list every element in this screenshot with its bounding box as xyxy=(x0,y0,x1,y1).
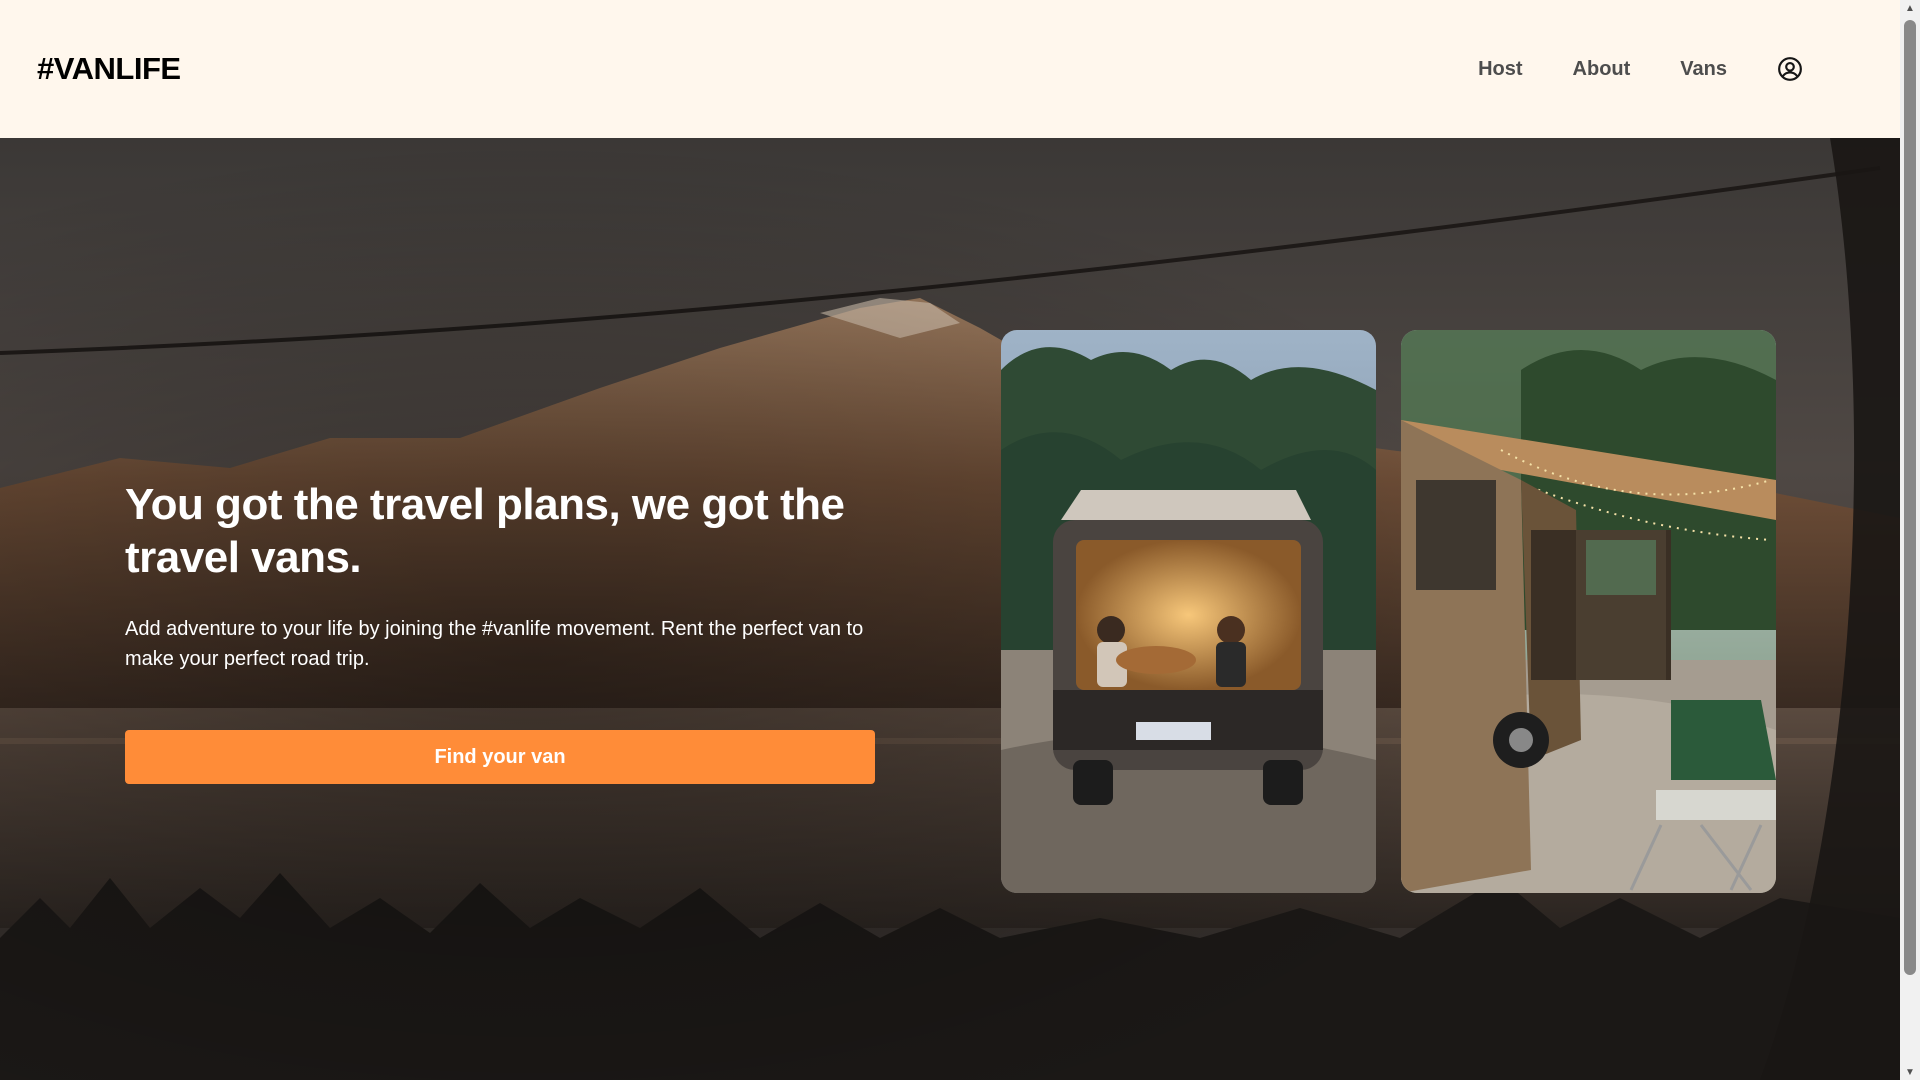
vertical-scrollbar[interactable]: ▲ ▼ xyxy=(1900,0,1920,1080)
scroll-thumb[interactable] xyxy=(1904,20,1916,975)
hero-subtitle: Add adventure to your life by joining th… xyxy=(125,618,864,670)
hero-title: You got the travel plans, we got the tra… xyxy=(125,480,845,582)
van-couple-photo xyxy=(1001,330,1376,893)
page: #VANLIFE Host About Vans You got the tra… xyxy=(0,0,1900,1080)
main-nav: Host About Vans xyxy=(1478,56,1803,82)
scroll-down-arrow-icon[interactable]: ▼ xyxy=(1900,1064,1920,1080)
nav-link-host[interactable]: Host xyxy=(1478,58,1522,81)
nav-link-about[interactable]: About xyxy=(1573,58,1631,81)
hero-content: You got the travel plans, we got the tra… xyxy=(125,478,885,784)
user-circle-icon[interactable] xyxy=(1777,56,1803,82)
find-your-van-button[interactable]: Find your van xyxy=(125,730,875,784)
site-logo[interactable]: #VANLIFE xyxy=(37,51,181,87)
hero-section: You got the travel plans, we got the tra… xyxy=(0,138,1900,1080)
nav-link-vans[interactable]: Vans xyxy=(1680,58,1727,81)
site-header: #VANLIFE Host About Vans xyxy=(0,0,1900,138)
scroll-up-arrow-icon[interactable]: ▲ xyxy=(1900,0,1920,16)
van-camp-photo xyxy=(1401,330,1776,893)
